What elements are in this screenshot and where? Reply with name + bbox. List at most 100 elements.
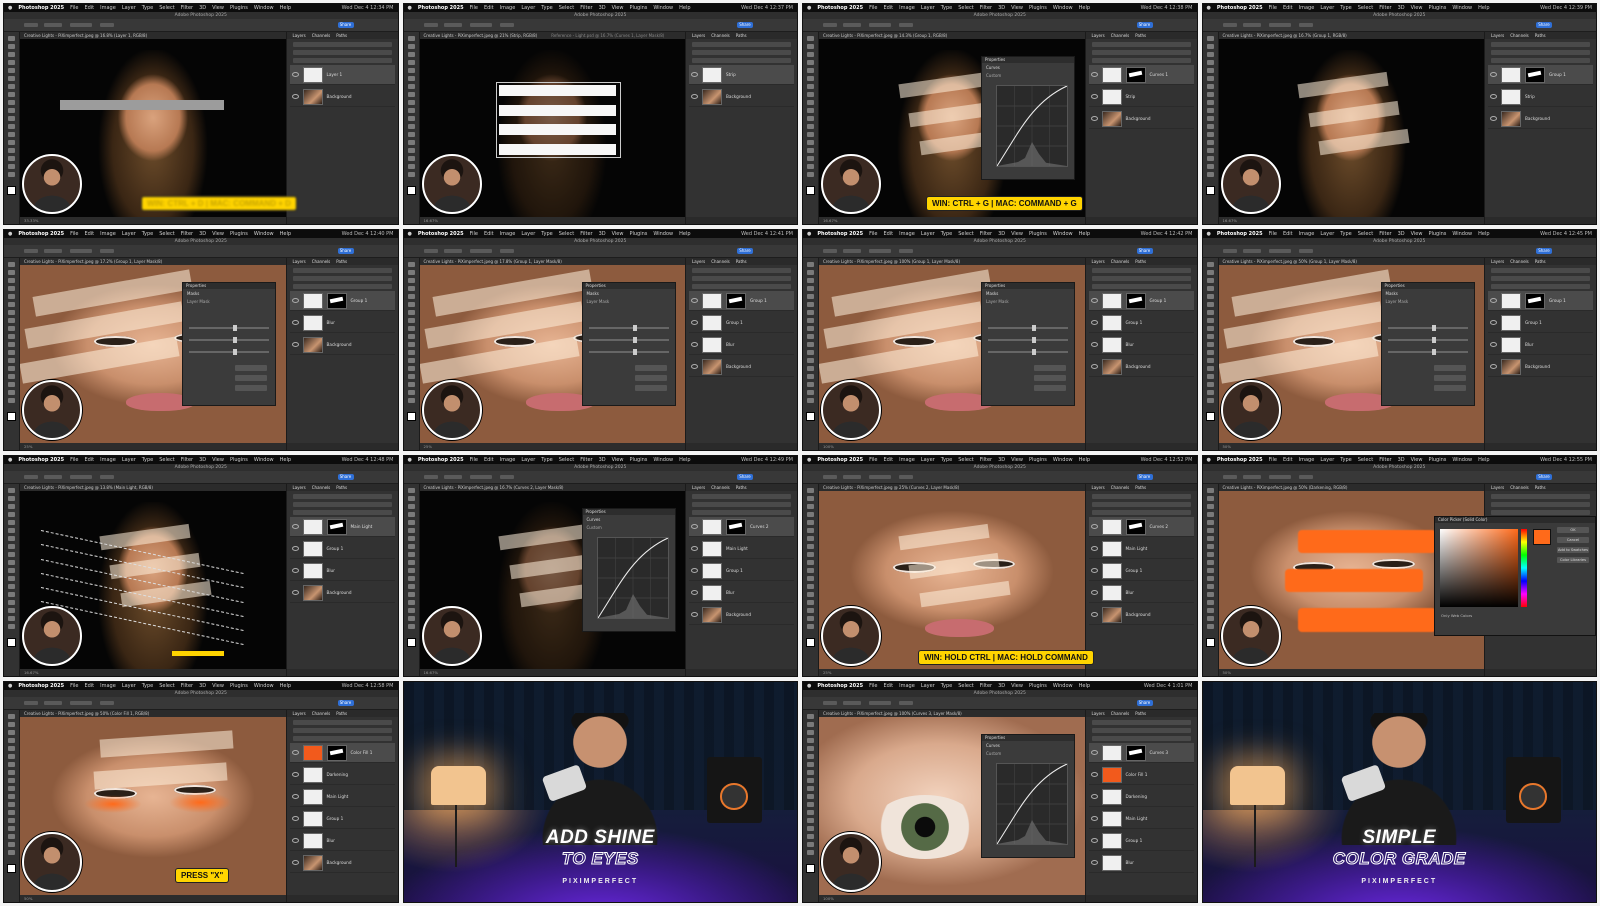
tool-icon[interactable] <box>407 616 415 621</box>
tool-icon[interactable] <box>807 278 814 283</box>
option-control[interactable] <box>869 23 891 27</box>
tool-icon[interactable] <box>1206 286 1214 291</box>
visibility-eye-icon[interactable] <box>1490 320 1497 325</box>
option-control[interactable] <box>899 23 913 27</box>
menu-window[interactable]: Window <box>1053 457 1073 463</box>
foreground-color-swatch[interactable] <box>7 186 16 195</box>
apple-icon[interactable]: ● <box>807 5 811 11</box>
app-name-menu[interactable]: Photoshop 2025 <box>1217 457 1263 463</box>
tool-icon[interactable] <box>8 730 15 735</box>
tool-icon[interactable] <box>8 278 15 283</box>
properties-dialog[interactable]: Properties Masks Layer Mask <box>182 282 276 406</box>
share-button[interactable]: Share <box>737 22 753 28</box>
tool-icon[interactable] <box>1206 544 1214 549</box>
blend-mode-select[interactable] <box>1091 50 1191 55</box>
tool-icon[interactable] <box>407 342 415 347</box>
menu-edit[interactable]: Edit <box>1283 5 1293 11</box>
menu-3d[interactable]: 3D <box>599 231 606 237</box>
mask-slider[interactable] <box>988 325 1068 331</box>
layer-mask-thumbnail[interactable] <box>726 518 746 535</box>
tab-channels[interactable]: Channels <box>1111 484 1130 491</box>
visibility-eye-icon[interactable] <box>291 72 299 77</box>
tool-icon[interactable] <box>8 366 15 371</box>
visibility-eye-icon[interactable] <box>1090 298 1098 303</box>
tool-icon[interactable] <box>807 520 814 525</box>
menu-window[interactable]: Window <box>653 231 673 237</box>
tool-icon[interactable] <box>807 544 814 549</box>
mask-action-button[interactable] <box>1034 365 1066 371</box>
tool-icon[interactable] <box>407 552 415 557</box>
share-button[interactable]: Share <box>337 22 354 28</box>
tool-icon[interactable] <box>407 374 415 379</box>
tool-icon[interactable] <box>407 124 415 129</box>
option-control[interactable] <box>1222 249 1237 253</box>
visibility-eye-icon[interactable] <box>1090 116 1098 121</box>
menu-select[interactable]: Select <box>559 5 574 11</box>
tool-icon[interactable] <box>8 794 15 799</box>
panel-footer-icons[interactable] <box>686 217 797 224</box>
menu-view[interactable]: View <box>1011 231 1023 237</box>
properties-dialog[interactable]: Properties Curves Custom <box>581 508 676 632</box>
tool-icon[interactable] <box>407 108 415 113</box>
properties-dialog[interactable]: Properties Curves Custom <box>981 734 1075 858</box>
properties-dialog[interactable]: Properties Masks Layer Mask <box>581 282 676 406</box>
foreground-color-swatch[interactable] <box>406 412 416 421</box>
menu-type[interactable]: Type <box>941 683 952 689</box>
app-name-menu[interactable]: Photoshop 2025 <box>1217 5 1263 11</box>
mask-slider[interactable] <box>988 337 1068 343</box>
lock-controls[interactable] <box>692 58 791 63</box>
menu-plugins[interactable]: Plugins <box>230 5 248 11</box>
menu-3d[interactable]: 3D <box>1398 5 1405 11</box>
tool-icon[interactable] <box>407 624 415 629</box>
tool-icon[interactable] <box>807 738 814 743</box>
menu-image[interactable]: Image <box>100 457 116 463</box>
share-button[interactable]: Share <box>1536 22 1552 28</box>
menu-plugins[interactable]: Plugins <box>1428 231 1446 237</box>
app-name-menu[interactable]: Photoshop 2025 <box>817 683 863 689</box>
tool-icon[interactable] <box>1206 310 1214 315</box>
picker-libs-button[interactable]: Color Libraries <box>1557 557 1589 563</box>
menu-edit[interactable]: Edit <box>883 5 893 11</box>
option-control[interactable] <box>1298 23 1313 27</box>
apple-icon[interactable]: ● <box>408 457 412 463</box>
document-tab-active[interactable]: Creative Lights - PiXimperfect.jpeg @ 50… <box>24 711 149 716</box>
menu-file[interactable]: File <box>869 5 877 11</box>
tool-icon[interactable] <box>407 592 415 597</box>
tool-icon[interactable] <box>8 294 15 299</box>
visibility-eye-icon[interactable] <box>1090 546 1098 551</box>
tool-icon[interactable] <box>8 552 15 557</box>
tool-icon[interactable] <box>807 358 814 363</box>
menu-window[interactable]: Window <box>254 5 274 11</box>
tab-paths[interactable]: Paths <box>1135 484 1146 491</box>
tool-icon[interactable] <box>807 600 814 605</box>
tool-icon[interactable] <box>1206 390 1214 395</box>
panel-footer-icons[interactable] <box>1085 443 1197 450</box>
layer-filter-field[interactable] <box>292 42 392 47</box>
menu-file[interactable]: File <box>1269 5 1277 11</box>
only-web-colors-checkbox[interactable]: Only Web Colors <box>1441 613 1472 618</box>
tool-icon[interactable] <box>8 616 15 621</box>
menu-plugins[interactable]: Plugins <box>629 457 647 463</box>
layer-row[interactable]: Background <box>289 583 395 603</box>
layer-filter-field[interactable] <box>1091 42 1191 47</box>
menu-plugins[interactable]: Plugins <box>629 231 647 237</box>
tool-icon[interactable] <box>407 608 415 613</box>
menu-layer[interactable]: Layer <box>122 231 136 237</box>
option-control[interactable] <box>24 701 38 705</box>
menu-edit[interactable]: Edit <box>84 457 94 463</box>
tool-icon[interactable] <box>8 770 15 775</box>
app-name-menu[interactable]: Photoshop 2025 <box>18 683 64 689</box>
menu-image[interactable]: Image <box>100 683 116 689</box>
option-control[interactable] <box>899 701 913 705</box>
mask-slider[interactable] <box>189 325 269 331</box>
layer-mask-thumbnail[interactable] <box>326 292 347 309</box>
tool-icon[interactable] <box>1206 124 1214 129</box>
option-control[interactable] <box>1298 249 1313 253</box>
app-name-menu[interactable]: Photoshop 2025 <box>18 5 64 11</box>
menu-window[interactable]: Window <box>653 457 673 463</box>
document-tab-active[interactable]: Creative Lights - PiXimperfect.jpeg @ 16… <box>1223 33 1347 38</box>
panel-footer-icons[interactable] <box>286 443 398 450</box>
menu-filter[interactable]: Filter <box>980 683 992 689</box>
menu-edit[interactable]: Edit <box>883 683 893 689</box>
tool-icon[interactable] <box>1206 76 1214 81</box>
